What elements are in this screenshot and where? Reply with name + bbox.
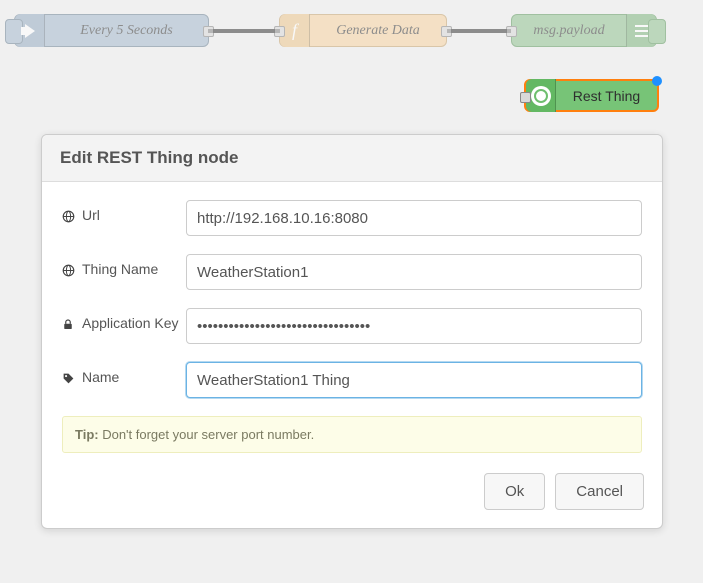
label-app-key-text: Application Key: [82, 315, 179, 331]
label-name-text: Name: [82, 369, 119, 385]
node-inject[interactable]: Every 5 Seconds: [14, 14, 209, 47]
input-name[interactable]: [186, 362, 642, 398]
node-function[interactable]: f Generate Data: [279, 14, 447, 47]
node-rest-thing[interactable]: Rest Thing: [524, 79, 659, 112]
cancel-button[interactable]: Cancel: [555, 473, 644, 510]
dialog-body: Url Thing Name Application Key: [42, 182, 662, 461]
input-thing-name[interactable]: [186, 254, 642, 290]
input-url[interactable]: [186, 200, 642, 236]
label-app-key: Application Key: [62, 308, 186, 331]
node-function-port-in[interactable]: [274, 26, 285, 37]
node-debug-label: msg.payload: [512, 23, 626, 39]
label-name: Name: [62, 362, 186, 385]
dialog-footer: Ok Cancel: [42, 461, 662, 528]
changed-indicator: [652, 76, 662, 86]
lock-icon: [62, 315, 76, 331]
form-row-name: Name: [62, 362, 642, 398]
tag-icon: [62, 369, 76, 385]
dialog-title: Edit REST Thing node: [42, 135, 662, 182]
tip-box: Tip: Don't forget your server port numbe…: [62, 416, 642, 453]
input-app-key[interactable]: [186, 308, 642, 344]
form-row-app-key: Application Key: [62, 308, 642, 344]
wire-inject-func: [208, 29, 280, 33]
debug-toggle-button[interactable]: [648, 19, 666, 44]
node-inject-port-out[interactable]: [203, 26, 214, 37]
label-url-text: Url: [82, 207, 100, 223]
edit-node-dialog: Edit REST Thing node Url Thing Name: [41, 134, 663, 529]
tip-text: Don't forget your server port number.: [99, 427, 315, 442]
node-rest-port-in[interactable]: [520, 92, 531, 103]
node-function-port-out[interactable]: [441, 26, 452, 37]
wire-func-debug: [447, 29, 511, 33]
tip-label: Tip:: [75, 427, 99, 442]
ok-button[interactable]: Ok: [484, 473, 545, 510]
node-debug[interactable]: msg.payload: [511, 14, 657, 47]
node-function-label: Generate Data: [310, 23, 446, 39]
form-row-url: Url: [62, 200, 642, 236]
node-rest-label: Rest Thing: [556, 88, 657, 104]
node-debug-port-in[interactable]: [506, 26, 517, 37]
globe-icon: [62, 207, 76, 223]
node-inject-label: Every 5 Seconds: [45, 23, 208, 39]
label-thing-name-text: Thing Name: [82, 261, 158, 277]
label-url: Url: [62, 200, 186, 223]
label-thing-name: Thing Name: [62, 254, 186, 277]
gear-icon: [526, 79, 556, 112]
globe-icon: [62, 261, 76, 277]
form-row-thing-name: Thing Name: [62, 254, 642, 290]
